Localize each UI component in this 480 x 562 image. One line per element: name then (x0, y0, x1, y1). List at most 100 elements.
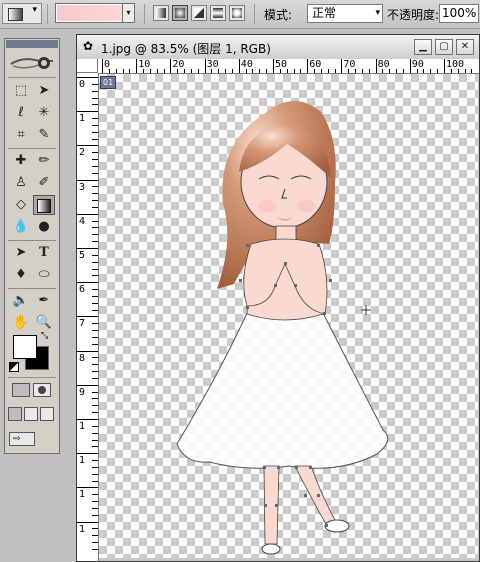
ruler-minor-tick (92, 364, 98, 366)
path-select-icon[interactable]: ➤ (10, 243, 32, 263)
foreground-color-swatch[interactable] (13, 335, 37, 359)
divider (8, 77, 56, 78)
zoom-icon[interactable]: 🔍 (33, 313, 55, 333)
ruler-minor-tick (190, 69, 192, 73)
opacity-field[interactable]: 100% (439, 4, 479, 23)
ruler-minor-tick (92, 268, 98, 270)
ruler-label: 70 (343, 59, 356, 70)
radial-gradient-button[interactable] (172, 5, 188, 21)
ruler-minor-tick (115, 69, 117, 73)
ruler-tick (170, 59, 172, 73)
blur-icon[interactable]: 💧 (10, 217, 32, 237)
ruler-minor-tick (92, 302, 98, 304)
jump-to-imageready-button[interactable]: ⇨ (9, 432, 35, 446)
ruler-minor-tick (320, 69, 322, 73)
ruler-minor-tick (92, 336, 98, 338)
diamond-gradient-button[interactable] (229, 5, 245, 21)
slice-icon[interactable]: ✎ (33, 125, 55, 145)
history-brush-icon[interactable]: ✐ (33, 173, 55, 193)
tool-preset-picker[interactable]: ▾ (2, 3, 42, 24)
ruler-minor-tick (314, 69, 316, 73)
ruler-tick (77, 179, 98, 181)
ruler-minor-tick (92, 542, 98, 544)
marquee-icon[interactable]: ⬚ (10, 81, 32, 101)
ruler-minor-tick (92, 398, 98, 400)
swap-colors-icon[interactable]: ⤡ (41, 331, 48, 341)
ruler-tick (77, 521, 98, 523)
ruler-minor-tick (108, 69, 110, 73)
ruler-minor-tick (450, 69, 452, 73)
document-titlebar[interactable]: ✿ 1.jpg @ 83.5% (图层 1, RGB) ▁ ▢ ✕ (77, 35, 479, 60)
ruler-minor-tick (129, 69, 131, 73)
ruler-label: 1 (79, 489, 86, 501)
reflected-gradient-button[interactable] (210, 5, 226, 21)
ruler-minor-tick (92, 97, 98, 99)
ruler-minor-tick (457, 69, 459, 73)
ruler-tick (77, 77, 98, 78)
vertical-ruler[interactable]: 0 1 2 3 4 5 6 7 8 9 1 1 1 1 (77, 73, 99, 561)
standard-mode-button[interactable] (12, 383, 30, 397)
shape-icon[interactable]: ⬭ (33, 265, 55, 285)
eyedropper-icon[interactable]: ✒ (33, 291, 55, 311)
ruler-minor-tick (348, 69, 350, 73)
screen-mode-full-button[interactable] (40, 407, 54, 421)
ruler-minor-tick (92, 391, 98, 393)
ruler-label: 90 (411, 59, 424, 70)
photoshop-feather-logo[interactable] (9, 52, 55, 74)
lasso-icon[interactable]: ℓ (10, 103, 32, 123)
notes-icon[interactable]: 🔈 (10, 291, 32, 311)
image-canvas[interactable]: 01 (99, 74, 478, 558)
ruler-minor-tick (396, 69, 398, 73)
ruler-minor-tick (92, 295, 98, 297)
brush-icon[interactable]: ✏ (33, 151, 55, 171)
ruler-minor-tick (92, 330, 98, 332)
close-button[interactable]: ✕ (456, 39, 474, 55)
ruler-minor-tick (382, 69, 384, 73)
default-colors-icon[interactable] (9, 362, 19, 372)
ruler-tick (77, 350, 98, 352)
gradient-tool-icon (8, 8, 23, 21)
minimize-button[interactable]: ▁ (414, 39, 432, 55)
quickmask-mode-button[interactable] (33, 383, 51, 397)
ruler-minor-tick (92, 172, 98, 174)
girl-illustration (176, 100, 389, 555)
crop-icon[interactable]: ⌗ (10, 125, 32, 145)
document-title: 1.jpg @ 83.5% (图层 1, RGB) (101, 42, 271, 56)
pen-icon[interactable]: ♦ (10, 265, 32, 285)
ruler-minor-tick (92, 275, 98, 277)
toolbox-titlebar[interactable] (6, 40, 58, 48)
healing-brush-icon[interactable]: ✚ (10, 151, 32, 171)
dodge-icon[interactable]: ● (33, 217, 55, 237)
ruler-minor-tick (327, 69, 329, 73)
ruler-minor-tick (92, 494, 98, 496)
ruler-minor-tick (368, 69, 370, 73)
ruler-origin[interactable] (77, 59, 98, 73)
gradient-icon[interactable] (33, 195, 55, 215)
ruler-minor-tick (92, 371, 98, 373)
move-icon[interactable]: ➤ (33, 81, 55, 101)
maximize-button[interactable]: ▢ (435, 39, 453, 55)
angle-gradient-button[interactable] (191, 5, 207, 21)
ruler-minor-tick (231, 69, 233, 73)
linear-gradient-button[interactable] (153, 5, 169, 21)
ruler-minor-tick (184, 69, 186, 73)
ruler-label: 30 (206, 59, 219, 70)
clone-stamp-icon[interactable]: ♙ (10, 173, 32, 193)
gradient-picker[interactable]: ▾ (55, 3, 135, 23)
ruler-minor-tick (334, 69, 336, 73)
magic-wand-icon[interactable]: ✳ (33, 103, 55, 123)
hand-icon[interactable]: ✋ (10, 313, 32, 333)
ruler-minor-tick (92, 289, 98, 291)
screen-mode-standard-button[interactable] (8, 407, 22, 421)
type-icon[interactable]: T (33, 243, 55, 263)
eraser-icon[interactable]: ◇ (10, 195, 32, 215)
divider (47, 4, 48, 24)
mode-select[interactable]: 正常 ▾ (307, 4, 383, 23)
ruler-minor-tick (92, 548, 98, 550)
chevron-down-icon[interactable]: ▾ (122, 4, 134, 22)
ruler-minor-tick (92, 535, 98, 537)
screen-mode-menubar-button[interactable] (24, 407, 38, 421)
divider (8, 240, 56, 241)
ruler-minor-tick (92, 152, 98, 154)
horizontal-ruler[interactable]: 0 10 20 30 40 50 60 70 80 90 100 (98, 59, 479, 74)
